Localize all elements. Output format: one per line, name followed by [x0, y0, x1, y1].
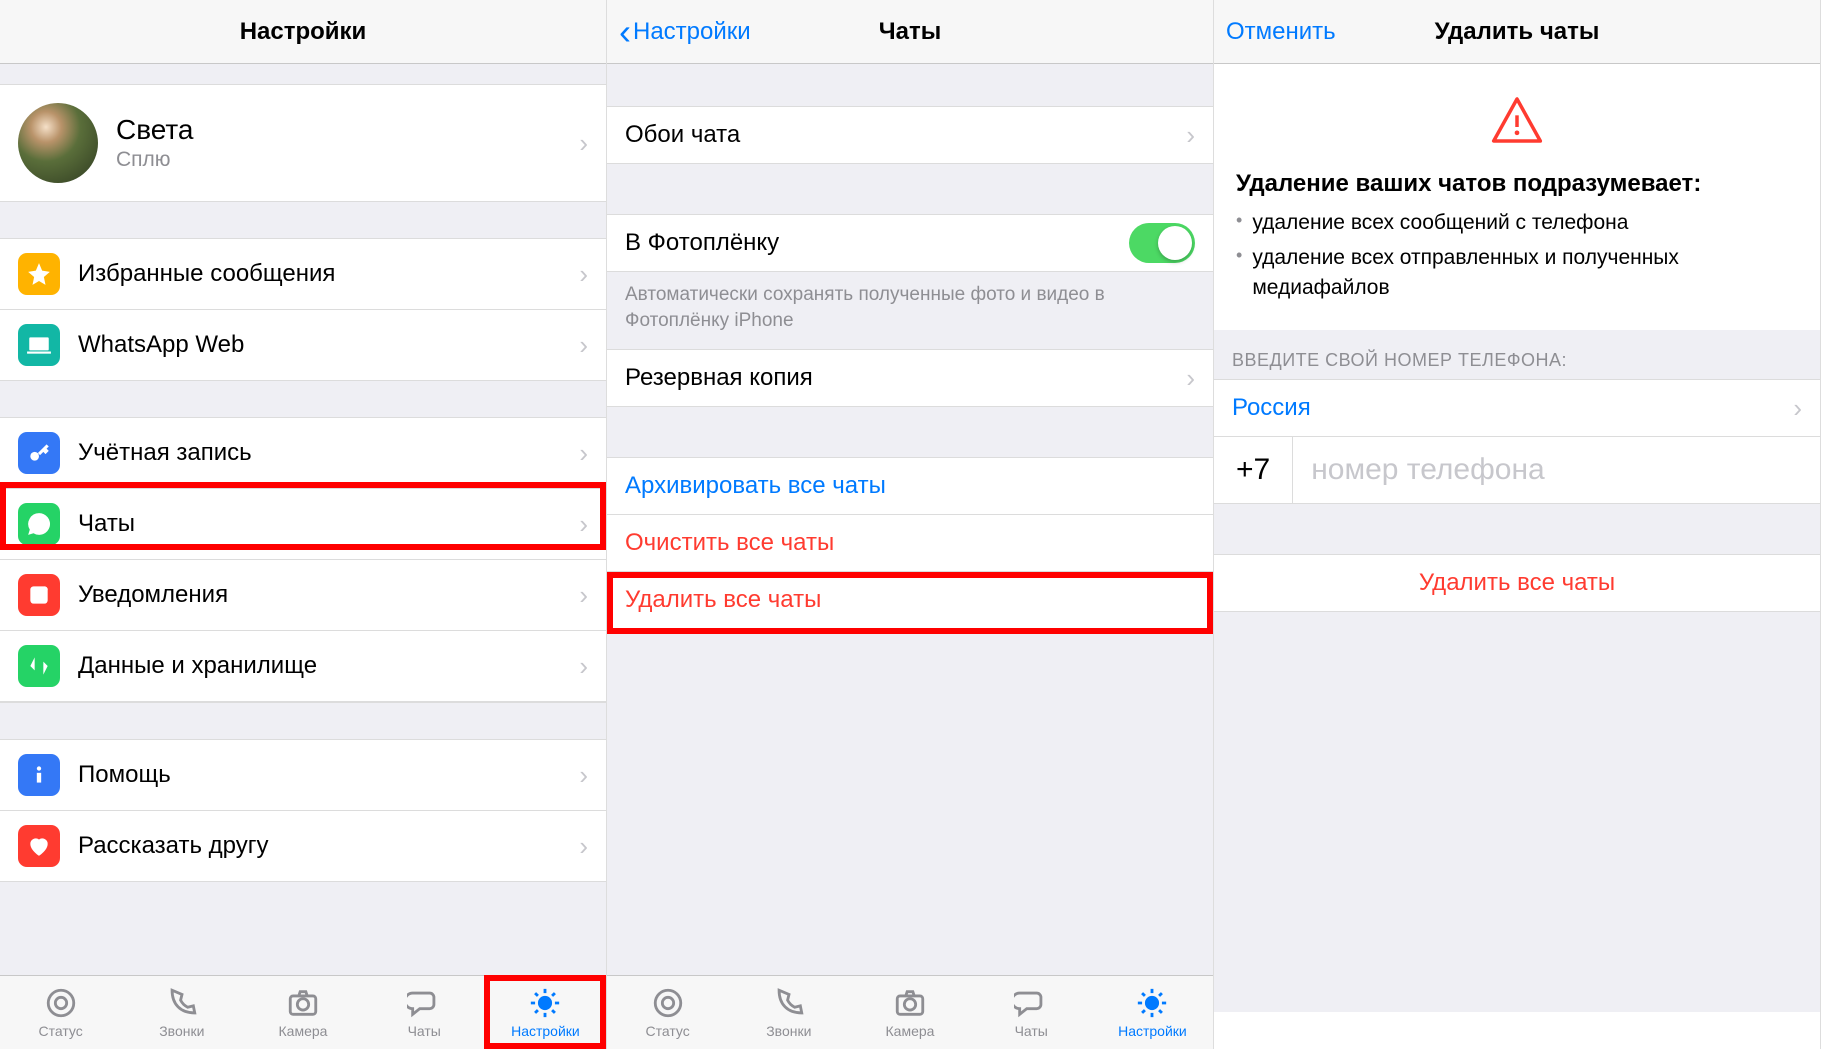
chevron-right-icon: › — [579, 438, 588, 469]
chevron-right-icon: › — [579, 580, 588, 611]
chevron-left-icon: ‹ — [619, 14, 631, 50]
bullet-list: удаление всех сообщений с телефона удале… — [1214, 208, 1820, 330]
archive-cell[interactable]: Архивировать все чаты — [607, 458, 1213, 515]
account-cell[interactable]: Учётная запись › — [0, 418, 606, 489]
chevron-right-icon: › — [579, 509, 588, 540]
label: Рассказать другу — [78, 832, 269, 860]
delete-heading: Удаление ваших чатов подразумевает: — [1214, 158, 1820, 208]
label: Обои чата — [625, 121, 740, 149]
label: Избранные сообщения — [78, 260, 335, 288]
bullet-item: удаление всех сообщений с телефона — [1236, 208, 1798, 237]
tab-chats[interactable]: Чаты — [971, 976, 1092, 1049]
tab-chats[interactable]: Чаты — [364, 976, 485, 1049]
label: Чаты — [78, 510, 135, 538]
label: Очистить все чаты — [625, 529, 834, 557]
cameraroll-footer: Автоматически сохранять полученные фото … — [607, 272, 1213, 349]
nav-title: Чаты — [879, 18, 941, 46]
content-area[interactable]: Удаление ваших чатов подразумевает: удал… — [1214, 64, 1820, 1049]
phone-input[interactable] — [1293, 437, 1820, 503]
nav-title: Настройки — [240, 18, 367, 46]
label: Резервная копия — [625, 364, 813, 392]
phone-header: ВВЕДИТЕ СВОЙ НОМЕР ТЕЛЕФОНА: — [1214, 330, 1820, 379]
label: Уведомления — [78, 581, 228, 609]
chevron-right-icon: › — [579, 128, 588, 159]
tab-camera[interactable]: Камера — [242, 976, 363, 1049]
nav-title: Удалить чаты — [1435, 18, 1600, 46]
back-button[interactable]: ‹ Настройки — [619, 14, 751, 50]
label: WhatsApp Web — [78, 331, 244, 359]
tabbar: Статус Звонки Камера Чаты Настройки — [607, 975, 1213, 1049]
chevron-right-icon: › — [579, 651, 588, 682]
group-help: Помощь › Рассказать другу › — [0, 739, 606, 882]
web-cell[interactable]: WhatsApp Web › — [0, 310, 606, 380]
starred-cell[interactable]: Избранные сообщения › — [0, 239, 606, 310]
data-arrows-icon — [18, 645, 60, 687]
chats-settings-screen: ‹ Настройки Чаты Обои чата › В Фотоплёнк… — [607, 0, 1214, 1049]
country-label: Россия — [1232, 394, 1311, 422]
phone-row: +7 — [1214, 436, 1820, 504]
label: Архивировать все чаты — [625, 472, 886, 500]
chats-cell[interactable]: Чаты › — [0, 489, 606, 560]
star-icon — [18, 253, 60, 295]
country-cell[interactable]: Россия › — [1214, 379, 1820, 436]
key-icon — [18, 432, 60, 474]
backup-cell[interactable]: Резервная копия › — [607, 349, 1213, 407]
delete-all-button[interactable]: Удалить все чаты — [1214, 554, 1820, 612]
settings-screen: Настройки Света Сплю › Избранные сообщен… — [0, 0, 607, 1049]
toggle-on[interactable] — [1129, 223, 1195, 263]
tab-settings[interactable]: Настройки — [485, 976, 606, 1049]
tab-camera[interactable]: Камера — [849, 976, 970, 1049]
profile-status: Сплю — [116, 148, 194, 172]
tell-friend-cell[interactable]: Рассказать другу › — [0, 811, 606, 881]
notifications-cell[interactable]: Уведомления › — [0, 560, 606, 631]
chevron-right-icon: › — [1793, 393, 1802, 424]
notification-icon — [18, 574, 60, 616]
navbar: ‹ Настройки Чаты — [607, 0, 1213, 64]
cancel-button[interactable]: Отменить — [1226, 18, 1336, 46]
group-actions: Архивировать все чаты Очистить все чаты … — [607, 457, 1213, 630]
label: Помощь — [78, 761, 171, 789]
group-shortcuts: Избранные сообщения › WhatsApp Web › — [0, 238, 606, 381]
label: Данные и хранилище — [78, 652, 317, 680]
chevron-right-icon: › — [579, 760, 588, 791]
cameraroll-cell[interactable]: В Фотоплёнку — [607, 214, 1213, 272]
navbar: Настройки — [0, 0, 606, 64]
delete-cell[interactable]: Удалить все чаты — [607, 572, 1213, 629]
tab-settings[interactable]: Настройки — [1092, 976, 1213, 1049]
info-icon — [18, 754, 60, 796]
chevron-right-icon: › — [579, 330, 588, 361]
delete-chats-screen: Отменить Удалить чаты Удаление ваших чат… — [1214, 0, 1821, 1049]
profile-cell[interactable]: Света Сплю › — [0, 84, 606, 202]
whatsapp-icon — [18, 503, 60, 545]
content-area[interactable]: Обои чата › В Фотоплёнку Автоматически с… — [607, 64, 1213, 975]
tab-status[interactable]: Статус — [0, 976, 121, 1049]
help-cell[interactable]: Помощь › — [0, 740, 606, 811]
wallpaper-cell[interactable]: Обои чата › — [607, 106, 1213, 164]
tab-calls[interactable]: Звонки — [121, 976, 242, 1049]
label: Удалить все чаты — [625, 586, 821, 614]
chevron-right-icon: › — [579, 831, 588, 862]
avatar — [18, 103, 98, 183]
label: Удалить все чаты — [1419, 569, 1615, 597]
tab-calls[interactable]: Звонки — [728, 976, 849, 1049]
data-cell[interactable]: Данные и хранилище › — [0, 631, 606, 702]
navbar: Отменить Удалить чаты — [1214, 0, 1820, 64]
tabbar: Статус Звонки Камера Чаты Настройки — [0, 975, 606, 1049]
bullet-item: удаление всех отправленных и полученных … — [1236, 243, 1798, 302]
heart-icon — [18, 825, 60, 867]
laptop-icon — [18, 324, 60, 366]
profile-name: Света — [116, 114, 194, 146]
chevron-right-icon: › — [1186, 120, 1195, 151]
group-settings: Учётная запись › Чаты › Уведомления › — [0, 417, 606, 703]
chevron-right-icon: › — [1186, 363, 1195, 394]
tab-status[interactable]: Статус — [607, 976, 728, 1049]
label: В Фотоплёнку — [625, 229, 779, 257]
clear-cell[interactable]: Очистить все чаты — [607, 515, 1213, 572]
warning-icon — [1214, 64, 1820, 158]
content-area[interactable]: Света Сплю › Избранные сообщения › Whats… — [0, 64, 606, 975]
label: Учётная запись — [78, 439, 252, 467]
chevron-right-icon: › — [579, 259, 588, 290]
phone-code: +7 — [1214, 437, 1293, 503]
